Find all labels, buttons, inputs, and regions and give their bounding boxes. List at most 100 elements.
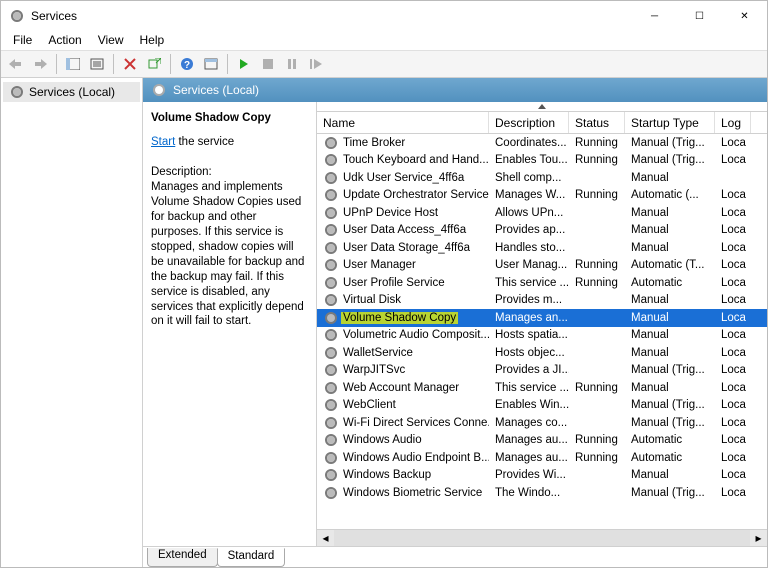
table-row[interactable]: Touch Keyboard and Hand...Enables Tou...… — [317, 152, 767, 170]
nav-back-button[interactable] — [5, 53, 27, 75]
gear-icon — [323, 432, 339, 448]
detail-action-rest: the service — [175, 136, 234, 148]
cell-name: Windows Biometric Service — [317, 485, 489, 501]
cell-description: Provides Wi... — [489, 469, 569, 481]
table-row[interactable]: Windows Biometric ServiceThe Windo...Man… — [317, 484, 767, 502]
table-row[interactable]: User Profile ServiceThis service ...Runn… — [317, 274, 767, 292]
table-row[interactable]: Update Orchestrator ServiceManages W...R… — [317, 187, 767, 205]
col-logon[interactable]: Log — [715, 112, 751, 133]
table-row[interactable]: Volumetric Audio Composit...Hosts spatia… — [317, 327, 767, 345]
start-service-button[interactable] — [233, 53, 255, 75]
table-row[interactable]: User Data Access_4ff6aProvides ap...Manu… — [317, 222, 767, 240]
menu-file[interactable]: File — [5, 31, 40, 50]
table-row[interactable]: Wi-Fi Direct Services Conne...Manages co… — [317, 414, 767, 432]
export-button[interactable] — [143, 53, 165, 75]
cell-name: Update Orchestrator Service — [317, 187, 489, 203]
restart-service-button[interactable] — [305, 53, 327, 75]
cell-description: The Windo... — [489, 487, 569, 499]
cell-description: Manages au... — [489, 434, 569, 446]
table-row[interactable]: Volume Shadow CopyManages an...ManualLoc… — [317, 309, 767, 327]
gear-icon — [323, 327, 339, 343]
table-row[interactable]: Windows AudioManages au...RunningAutomat… — [317, 432, 767, 450]
cell-startup: Manual — [625, 382, 715, 394]
cell-startup: Manual — [625, 224, 715, 236]
start-link[interactable]: Start — [151, 136, 175, 148]
table-row[interactable]: Windows Audio Endpoint B...Manages au...… — [317, 449, 767, 467]
gear-icon — [323, 205, 339, 221]
cell-startup: Manual — [625, 329, 715, 341]
gear-icon — [323, 450, 339, 466]
table-row[interactable]: UPnP Device HostAllows UPn...ManualLoca — [317, 204, 767, 222]
tree-root-item[interactable]: Services (Local) — [3, 82, 140, 102]
cell-name: Virtual Disk — [317, 292, 489, 308]
col-status[interactable]: Status — [569, 112, 625, 133]
scroll-thumb[interactable] — [334, 530, 750, 546]
delete-button[interactable] — [119, 53, 141, 75]
cell-startup: Manual (Trig... — [625, 137, 715, 149]
table-row[interactable]: Windows BackupProvides Wi...ManualLoca — [317, 467, 767, 485]
list-header: Name Description Status Startup Type Log — [317, 112, 767, 134]
menu-action[interactable]: Action — [40, 31, 89, 50]
cell-name: User Manager — [317, 257, 489, 273]
cell-name: Windows Backup — [317, 467, 489, 483]
nav-forward-button[interactable] — [29, 53, 51, 75]
menu-view[interactable]: View — [90, 31, 132, 50]
table-row[interactable]: Time BrokerCoordinates...RunningManual (… — [317, 134, 767, 152]
col-name[interactable]: Name — [317, 112, 489, 133]
cell-name: Web Account Manager — [317, 380, 489, 396]
scroll-right-icon[interactable]: ▸ — [750, 530, 767, 546]
cell-startup: Automatic — [625, 452, 715, 464]
cell-name: Time Broker — [317, 135, 489, 151]
table-row[interactable]: WalletServiceHosts objec...ManualLoca — [317, 344, 767, 362]
table-row[interactable]: WebClientEnables Win...Manual (Trig...Lo… — [317, 397, 767, 415]
col-startup[interactable]: Startup Type — [625, 112, 715, 133]
table-row[interactable]: Udk User Service_4ff6aShell comp...Manua… — [317, 169, 767, 187]
pause-service-button[interactable] — [281, 53, 303, 75]
tab-strip: Extended Standard — [143, 546, 767, 567]
cell-startup: Manual — [625, 207, 715, 219]
cell-logon: Loca — [715, 207, 751, 219]
list-body[interactable]: Time BrokerCoordinates...RunningManual (… — [317, 134, 767, 529]
table-row[interactable]: Virtual DiskProvides m...ManualLoca — [317, 292, 767, 310]
menu-help[interactable]: Help — [132, 31, 173, 50]
stop-service-button[interactable] — [257, 53, 279, 75]
tab-standard[interactable]: Standard — [217, 548, 286, 567]
cell-description: Handles sto... — [489, 242, 569, 254]
table-row[interactable]: Web Account ManagerThis service ...Runni… — [317, 379, 767, 397]
gear-icon — [323, 222, 339, 238]
cell-logon: Loca — [715, 399, 751, 411]
cell-description: Hosts objec... — [489, 347, 569, 359]
col-description[interactable]: Description — [489, 112, 569, 133]
cell-startup: Automatic — [625, 277, 715, 289]
table-row[interactable]: User Data Storage_4ff6aHandles sto...Man… — [317, 239, 767, 257]
table-row[interactable]: User ManagerUser Manag...RunningAutomati… — [317, 257, 767, 275]
scroll-left-icon[interactable]: ◂ — [317, 530, 334, 546]
tab-extended[interactable]: Extended — [147, 548, 218, 567]
cell-status: Running — [569, 452, 625, 464]
table-row[interactable]: WarpJITSvcProvides a JI...Manual (Trig..… — [317, 362, 767, 380]
tree-pane[interactable]: Services (Local) — [1, 78, 143, 567]
properties-button[interactable] — [86, 53, 108, 75]
cell-startup: Manual — [625, 172, 715, 184]
gear-icon — [323, 310, 339, 326]
cell-startup: Automatic (... — [625, 189, 715, 201]
cell-logon: Loca — [715, 364, 751, 376]
gear-icon — [323, 380, 339, 396]
tree-root-label: Services (Local) — [29, 85, 115, 99]
help-button[interactable]: ? — [176, 53, 198, 75]
refresh-button[interactable] — [200, 53, 222, 75]
sort-indicator[interactable] — [317, 102, 767, 112]
minimize-button[interactable]: ─ — [632, 1, 677, 31]
cell-name: Windows Audio Endpoint B... — [317, 450, 489, 466]
gear-icon — [323, 415, 339, 431]
show-hide-tree-button[interactable] — [62, 53, 84, 75]
maximize-button[interactable]: ☐ — [677, 1, 722, 31]
cell-description: Provides a JI... — [489, 364, 569, 376]
gear-icon — [323, 485, 339, 501]
close-button[interactable]: ✕ — [722, 1, 767, 31]
cell-logon: Loca — [715, 347, 751, 359]
cell-description: Shell comp... — [489, 172, 569, 184]
gear-icon — [323, 152, 339, 168]
cell-description: This service ... — [489, 277, 569, 289]
horizontal-scrollbar[interactable]: ◂ ▸ — [317, 529, 767, 546]
